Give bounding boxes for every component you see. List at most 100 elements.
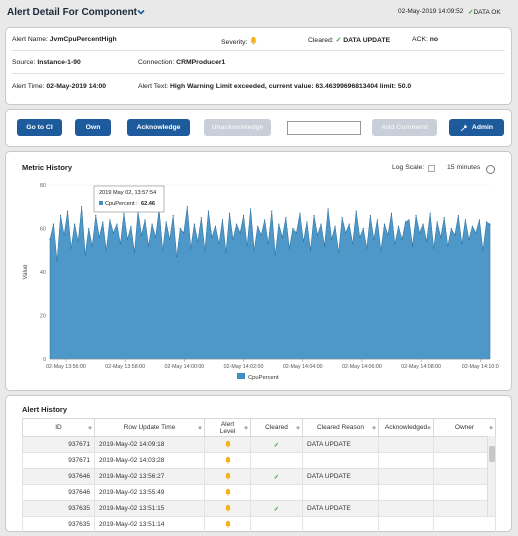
data-point (373, 238, 375, 240)
data-point (327, 208, 329, 210)
x-tick-label: 02-May 13:58:00 (105, 364, 145, 370)
data-point (429, 212, 431, 214)
data-point (165, 221, 167, 223)
column-header-id[interactable]: ID ◆ (22, 418, 95, 437)
cell-cleared-reason (302, 516, 379, 533)
cell-cleared (250, 484, 303, 501)
data-point (228, 212, 231, 214)
data-point (116, 223, 118, 225)
data-point (376, 219, 378, 221)
cell-cleared-reason (302, 484, 379, 501)
cell-alert-level (204, 436, 251, 453)
cell-acknowledged (378, 436, 434, 453)
data-point (239, 232, 241, 234)
data-point (243, 214, 245, 217)
data-point (401, 238, 403, 240)
data-point (221, 219, 224, 221)
data-point (246, 245, 248, 247)
cell-cleared-reason: DATA UPDATE (302, 500, 379, 517)
cell-cleared-reason (302, 452, 379, 469)
table-row[interactable]: 937635 2019-May-02 13:51:14 (22, 516, 496, 533)
data-point (482, 249, 484, 251)
chart-tooltip: 2019 May 02, 13:57:54 CpuPercent :62.46 (93, 185, 165, 213)
data-point (197, 240, 199, 243)
cell-cleared-reason: DATA UPDATE (302, 436, 379, 453)
data-point (70, 247, 72, 249)
data-point (443, 217, 445, 219)
data-point (267, 243, 269, 245)
data-point (74, 223, 76, 225)
add-comment-button[interactable]: Add Comment (372, 119, 437, 136)
actions-panel: Go to CI Own Acknowledge Unacknowledge A… (5, 109, 512, 147)
data-point (419, 232, 421, 234)
data-point (355, 210, 357, 212)
cleared-field: Cleared: ✓ DATA UPDATE (308, 37, 391, 44)
data-point (404, 221, 407, 223)
table-row[interactable]: 937646 2019-May-02 13:55:49 (22, 484, 496, 501)
data-point (130, 225, 132, 227)
data-point (162, 249, 164, 251)
column-header-cleared[interactable]: Cleared ◆ (250, 418, 303, 437)
metric-history-panel: Metric History Log Scale: 15 minutes 0 20… (5, 151, 512, 391)
unacknowledge-button[interactable]: Unacknowledge (204, 119, 271, 136)
column-header-owner[interactable]: Owner ◆ (433, 418, 496, 437)
data-point (126, 238, 129, 240)
cell-id: 937635 (22, 516, 95, 533)
acknowledge-button[interactable]: Acknowledge (127, 119, 190, 136)
scrollbar-thumb[interactable] (489, 446, 495, 462)
column-header-cleared-reason[interactable]: Cleared Reason ◆ (302, 418, 379, 437)
data-point (274, 254, 276, 256)
admin-button[interactable]: Admin (449, 119, 504, 136)
table-row[interactable]: 937671 2019-May-02 14:03:28 (22, 452, 496, 469)
cell-alert-level (204, 500, 251, 517)
column-header-row-update-time[interactable]: Row Update Time ◆ (94, 418, 205, 437)
chevron-down-icon[interactable] (136, 7, 146, 17)
go-to-ci-button[interactable]: Go to CI (17, 119, 62, 136)
data-point (95, 214, 97, 217)
cell-row-update-time: 2019-May-02 13:55:49 (94, 484, 205, 501)
table-scrollbar[interactable] (487, 436, 495, 516)
data-point (123, 212, 125, 214)
bell-icon (224, 504, 232, 514)
data-point (63, 234, 65, 236)
data-point (271, 210, 273, 212)
data-point (211, 236, 213, 238)
y-tick-label: 80 (40, 183, 46, 189)
cell-row-update-time: 2019-May-02 14:03:28 (94, 452, 205, 469)
source-value: Instance-1-90 (37, 59, 81, 66)
data-point (295, 232, 297, 234)
data-point (471, 225, 473, 227)
column-header-alert-level[interactable]: Alert Level ◆ (204, 418, 251, 437)
table-row[interactable]: 937671 2019-May-02 14:09:18 ✓ DATA UPDATE (22, 436, 496, 453)
data-point (433, 247, 435, 249)
cleared-value: DATA UPDATE (343, 37, 391, 44)
top-bar: Alert Detail For Component 02-May-2019 1… (0, 0, 518, 26)
metric-chart[interactable]: 0 20 40 60 80 Value 02-May 13:56:00 02-May 13:5… (6, 152, 511, 390)
ack-value: no (429, 36, 439, 43)
data-point (281, 236, 283, 238)
alert-history-title: Alert History (22, 405, 68, 414)
divider (12, 50, 505, 51)
data-point (468, 238, 470, 240)
data-point (285, 217, 287, 219)
comment-input[interactable] (287, 121, 361, 135)
table-row[interactable]: 937635 2019-May-02 13:51:15 ✓ DATA UPDATE (22, 500, 496, 517)
data-point (260, 234, 262, 236)
data-point (450, 227, 452, 230)
column-header-acknowledged[interactable]: Acknowledged ◆ (378, 418, 434, 437)
data-point (457, 214, 459, 217)
x-tick-label: 02-May 14:04:00 (283, 364, 323, 370)
table-row[interactable]: 937646 2019-May-02 13:56:27 ✓ DATA UPDATE (22, 468, 496, 485)
own-button[interactable]: Own (75, 119, 111, 136)
data-point (176, 256, 178, 258)
tooltip-value: 62.46 (141, 201, 155, 207)
admin-button-label: Admin (471, 124, 494, 131)
source-field: Source: Instance-1-90 (12, 59, 81, 66)
tooltip-swatch (99, 201, 103, 205)
ack-field: ACK: no (412, 36, 439, 43)
y-axis-label: Value (23, 264, 29, 280)
data-point (200, 217, 202, 219)
data-point (309, 249, 312, 251)
data-point (316, 234, 319, 236)
data-point (144, 219, 146, 221)
